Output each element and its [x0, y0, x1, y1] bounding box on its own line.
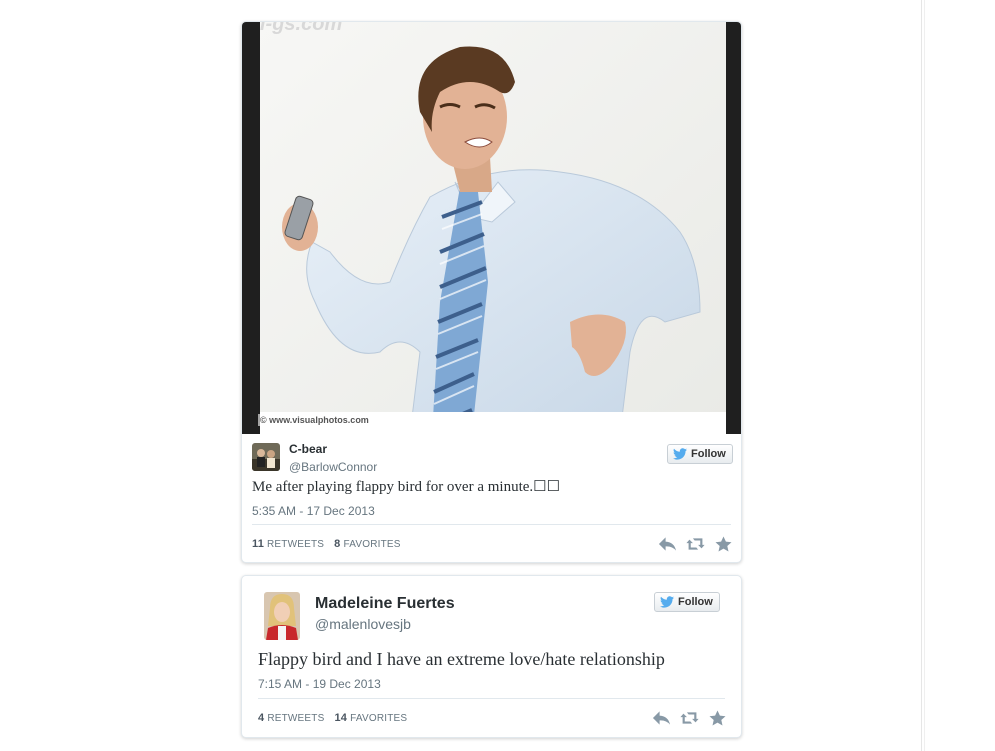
page: i-gs.com © www.visualphotos.com C-bear @…	[0, 0, 995, 751]
tweet-stats: 4 RETWEETS 14 FAVORITES	[258, 712, 414, 724]
twitter-bird-icon	[660, 596, 674, 608]
avatar-image	[264, 592, 300, 640]
favorites-count[interactable]: 14	[334, 712, 347, 724]
follow-label: Follow	[691, 448, 726, 460]
page-divider-shadow	[924, 0, 925, 751]
favorites-label[interactable]: FAVORITES	[350, 713, 407, 724]
tweet-actions	[658, 536, 733, 552]
twitter-bird-icon	[673, 448, 687, 460]
favorites-count[interactable]: 8	[334, 538, 340, 550]
avatar-image	[252, 443, 280, 471]
author-handle[interactable]: @BarlowConnor	[289, 460, 377, 474]
man-with-phone-photo: i-gs.com	[260, 22, 726, 434]
favorite-icon[interactable]	[714, 536, 733, 552]
tweet-timestamp[interactable]: 7:15 AM - 19 Dec 2013	[258, 677, 381, 691]
photo-credit: © www.visualphotos.com	[258, 414, 371, 426]
favorites-label[interactable]: FAVORITES	[343, 539, 400, 550]
author-name[interactable]: Madeleine Fuertes	[315, 595, 455, 613]
favorite-icon[interactable]	[708, 710, 727, 726]
tweet-divider	[252, 524, 731, 525]
media-photo[interactable]: i-gs.com	[260, 22, 726, 434]
retweets-count[interactable]: 11	[252, 538, 264, 550]
follow-button[interactable]: Follow	[667, 444, 733, 464]
reply-icon[interactable]	[658, 536, 677, 552]
follow-label: Follow	[678, 596, 713, 608]
author-handle[interactable]: @malenlovesjb	[315, 616, 411, 632]
retweets-count[interactable]: 4	[258, 712, 264, 724]
avatar[interactable]	[252, 443, 280, 471]
tweet-timestamp[interactable]: 5:35 AM - 17 Dec 2013	[252, 504, 375, 518]
tweet-divider	[258, 698, 725, 699]
author-name[interactable]: C-bear	[289, 442, 327, 456]
retweet-icon[interactable]	[680, 710, 699, 726]
tweet-card: i-gs.com © www.visualphotos.com C-bear @…	[241, 21, 742, 563]
follow-button[interactable]: Follow	[654, 592, 720, 612]
page-divider	[921, 0, 922, 751]
tweet-actions	[652, 710, 727, 726]
svg-text:i-gs.com: i-gs.com	[260, 22, 342, 35]
tweet-media[interactable]: i-gs.com © www.visualphotos.com	[242, 22, 741, 434]
retweets-label[interactable]: RETWEETS	[267, 539, 324, 550]
avatar[interactable]	[264, 592, 300, 640]
tweet-text: Me after playing flappy bird for over a …	[252, 479, 561, 495]
tweet-stats: 11 RETWEETS 8 FAVORITES	[252, 538, 408, 550]
retweet-icon[interactable]	[686, 536, 705, 552]
reply-icon[interactable]	[652, 710, 671, 726]
retweets-label[interactable]: RETWEETS	[267, 713, 324, 724]
tweet-card: Madeleine Fuertes @malenlovesjb Follow F…	[241, 575, 742, 738]
tweet-text: Flappy bird and I have an extreme love/h…	[258, 649, 665, 669]
